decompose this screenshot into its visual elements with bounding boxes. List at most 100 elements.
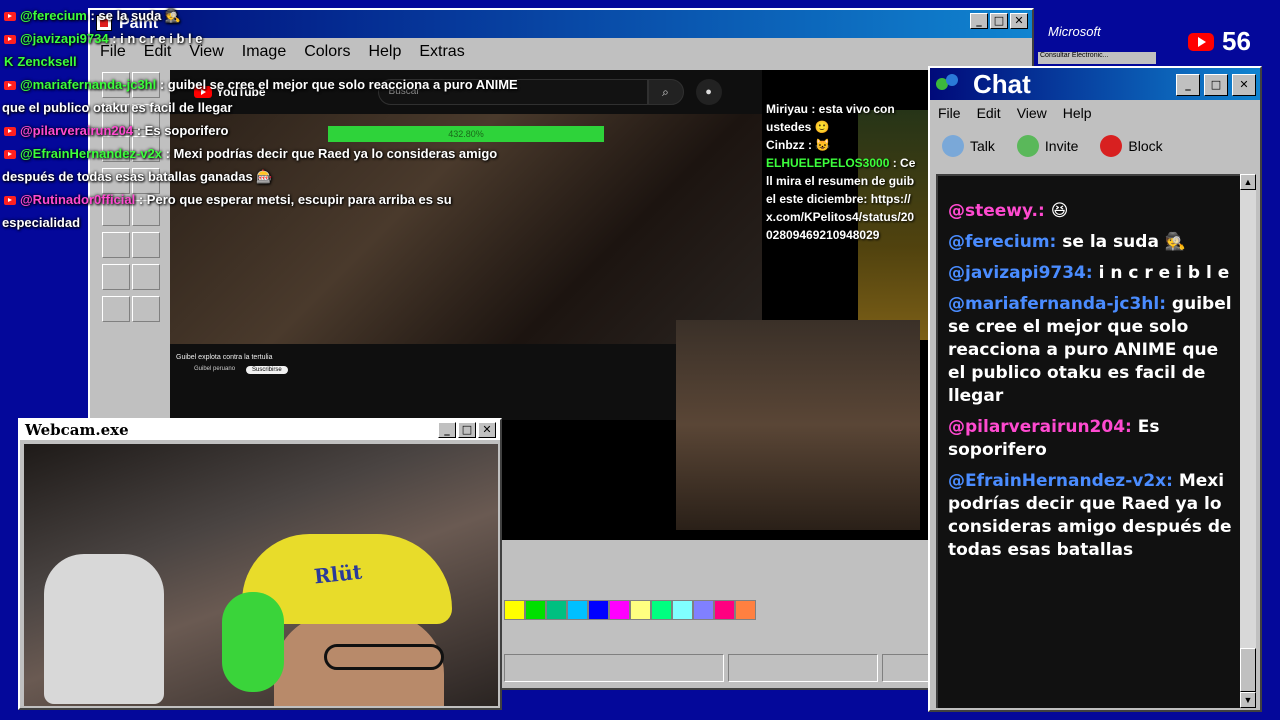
youtube-video-title[interactable]: Guibel explota contra la tertulia <box>176 354 273 361</box>
chat-menu-help[interactable]: Help <box>1063 105 1092 121</box>
overlay-chat-line: @EfrainHernandez-v2x : Mexi podrías deci… <box>2 142 522 188</box>
chat-message-user: @EfrainHernandez-v2x: <box>948 471 1173 491</box>
overlay-chat-user: @pilarverairun204 <box>20 123 134 138</box>
overlay-chat-line: @javizapi9734 : i n c r e i b l e <box>2 27 522 50</box>
talk-button[interactable]: Talk <box>942 135 995 157</box>
talk-label: Talk <box>970 138 995 154</box>
webcam-window: Webcam.exe _ □ ✕ Rlüt <box>18 418 502 710</box>
chat-menubar: File Edit View Help <box>930 100 1260 126</box>
search-icon[interactable]: ⌕ <box>647 79 684 105</box>
close-button[interactable]: ✕ <box>1010 13 1028 29</box>
chat-menu-view[interactable]: View <box>1017 105 1047 121</box>
youtube-icon <box>4 12 16 22</box>
cap-logo-text: Rlüt <box>312 559 364 589</box>
chat-message: @javizapi9734: i n c r e i b l e <box>948 262 1232 285</box>
overlay-chat-text: : i n c r e i b l e <box>108 31 203 46</box>
kick-icon: K <box>4 54 14 69</box>
block-icon <box>1100 135 1123 157</box>
chat-message: @mariafernanda-jc3hl: guibel se cree el … <box>948 293 1232 408</box>
minimize-button[interactable]: _ <box>970 13 988 29</box>
maximize-button[interactable]: □ <box>1204 74 1228 96</box>
scroll-up-icon[interactable]: ▲ <box>1240 174 1256 190</box>
microsoft-subtitle: Consultar Electronic... <box>1038 52 1156 64</box>
overlay-chat: @ferecium : se la suda 🕵️ @javizapi9734 … <box>2 4 522 234</box>
swatch-green[interactable] <box>525 600 546 620</box>
swatch-light-cyan[interactable] <box>672 600 693 620</box>
overlay-chat-user: @EfrainHernandez-v2x <box>20 146 162 161</box>
chat-log[interactable]: @steewy.: 😆 @ferecium: se la suda 🕵️ @ja… <box>936 174 1242 708</box>
youtube-icon <box>4 35 16 45</box>
chat-title-bar[interactable]: Chat _ □ ✕ <box>930 68 1260 100</box>
chat-toolbar: Talk Invite Block <box>930 126 1260 166</box>
block-button[interactable]: Block <box>1100 135 1163 157</box>
webcam-feed: Rlüt <box>24 444 498 706</box>
side-chat-line: ELHUELEPELOS3000 : Cell mira el resumen … <box>766 154 918 244</box>
side-chat-text: : 😺 <box>804 138 831 152</box>
swatch-yellow[interactable] <box>504 600 525 620</box>
overlay-chat-line: K Zencksell <box>2 50 522 73</box>
minimize-button[interactable]: _ <box>1176 74 1200 96</box>
rectangle-tool[interactable] <box>102 264 130 290</box>
chat-message-user: @javizapi9734: <box>948 263 1093 283</box>
color-palette <box>504 600 756 620</box>
polygon-tool[interactable] <box>132 264 160 290</box>
youtube-icon <box>4 196 16 206</box>
swatch-blue[interactable] <box>588 600 609 620</box>
chat-menu-edit[interactable]: Edit <box>977 105 1001 121</box>
chat-scrollbar[interactable]: ▲ ▼ <box>1240 174 1256 708</box>
youtube-icon <box>4 127 16 137</box>
webcam-title-bar[interactable]: Webcam.exe _ □ ✕ <box>20 420 500 440</box>
side-chat-line: Cinbzz : 😺 <box>766 136 918 154</box>
swatch-periwinkle[interactable] <box>693 600 714 620</box>
block-label: Block <box>1128 138 1163 154</box>
overlay-chat-line: @Rutinador0fficial : Pero que esperar me… <box>2 188 522 234</box>
chat-message-text: i n c r e i b l e <box>1092 263 1230 283</box>
youtube-channel-name[interactable]: Guibel peruano <box>194 366 235 372</box>
close-button[interactable]: ✕ <box>478 422 496 438</box>
viewer-count-widget: 56 <box>1188 26 1251 57</box>
youtube-icon <box>4 150 16 160</box>
chat-message-text: 😆 <box>1044 201 1069 221</box>
curve-tool[interactable] <box>132 232 160 258</box>
glasses <box>324 644 444 670</box>
swatch-pink[interactable] <box>714 600 735 620</box>
status-cell-message <box>504 654 724 682</box>
scroll-down-icon[interactable]: ▼ <box>1240 692 1256 708</box>
maximize-button[interactable]: □ <box>458 422 476 438</box>
overlay-chat-user: @javizapi9734 <box>20 31 109 46</box>
overlay-chat-line: @ferecium : se la suda 🕵️ <box>2 4 522 27</box>
chat-menu-file[interactable]: File <box>938 105 961 121</box>
scroll-thumb[interactable] <box>1240 648 1256 692</box>
overlay-chat-text: : Es soporifero <box>133 123 229 138</box>
overlay-chat-user: @Rutinador0fficial <box>20 192 136 207</box>
swatch-spring-green[interactable] <box>651 600 672 620</box>
chat-window: Chat _ □ ✕ File Edit View Help Talk Invi… <box>928 66 1262 712</box>
ellipse-tool[interactable] <box>102 296 130 322</box>
swatch-orange[interactable] <box>735 600 756 620</box>
overlay-chat-line: @pilarverairun204 : Es soporifero <box>2 119 522 142</box>
maximize-button[interactable]: □ <box>990 13 1008 29</box>
green-headphone <box>222 592 284 692</box>
invite-icon <box>1016 135 1039 157</box>
swatch-cyan[interactable] <box>567 600 588 620</box>
microphone-icon[interactable]: ● <box>695 79 722 105</box>
side-chat-user: Cinbzz <box>766 138 805 152</box>
chat-message: @steewy.: 😆 <box>948 200 1232 223</box>
overlay-chat-text: : se la suda 🕵️ <box>86 8 182 23</box>
chat-message: @ferecium: se la suda 🕵️ <box>948 231 1232 254</box>
msn-buddy-icon <box>936 74 962 94</box>
subscribe-button[interactable]: Suscribirse <box>246 366 288 374</box>
line-tool[interactable] <box>102 232 130 258</box>
minimize-button[interactable]: _ <box>438 422 456 438</box>
chat-message: @EfrainHernandez-v2x: Mexi podrías decir… <box>948 470 1232 562</box>
invite-button[interactable]: Invite <box>1016 135 1078 157</box>
swatch-teal[interactable] <box>546 600 567 620</box>
side-chat-line: Miriyau : esta vivo con ustedes 🙂 <box>766 100 918 136</box>
close-button[interactable]: ✕ <box>1232 74 1256 96</box>
swatch-light-yellow[interactable] <box>630 600 651 620</box>
rounded-rect-tool[interactable] <box>132 296 160 322</box>
chat-title: Chat <box>973 68 1031 99</box>
microsoft-logo: Microsoft <box>1048 24 1101 39</box>
swatch-magenta[interactable] <box>609 600 630 620</box>
chat-message-text: se la suda 🕵️ <box>1056 232 1187 252</box>
